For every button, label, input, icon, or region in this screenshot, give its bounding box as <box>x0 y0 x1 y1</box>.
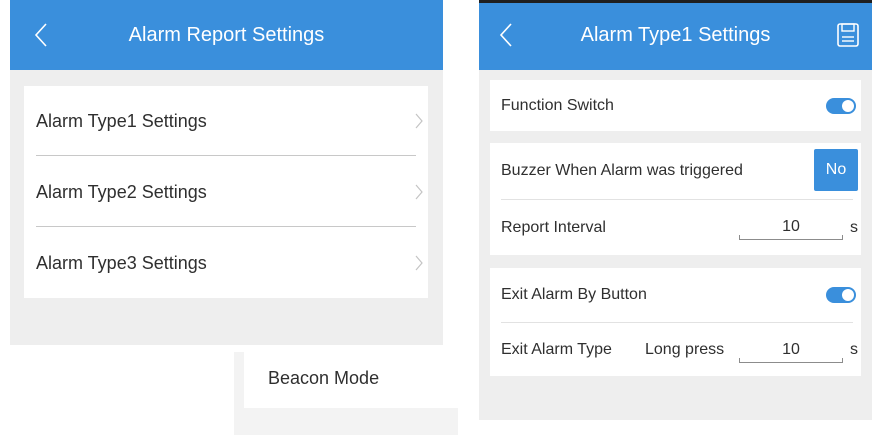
page-title: Alarm Report Settings <box>128 24 325 46</box>
save-icon[interactable] <box>836 22 860 48</box>
divider <box>36 226 416 227</box>
exit-alarm-card: Exit Alarm By Button Exit Alarm Type Lon… <box>490 268 861 376</box>
list-item-label: Alarm Type3 Settings <box>36 253 207 273</box>
list-item-alarm-type1[interactable]: Alarm Type1 Settings <box>24 86 428 156</box>
report-interval-row: Report Interval 10 s <box>490 200 861 255</box>
buzzer-row: Buzzer When Alarm was triggered No <box>490 143 861 199</box>
underline <box>739 362 843 363</box>
list-item-alarm-type2[interactable]: Alarm Type2 Settings <box>24 157 428 227</box>
buzzer-card: Buzzer When Alarm was triggered No Repor… <box>490 143 861 255</box>
list-item-label: Alarm Type1 Settings <box>36 111 207 131</box>
divider <box>36 155 416 156</box>
alarm-type1-settings-screen: Alarm Type1 Settings Function Switch Buz… <box>479 0 872 420</box>
side-strip <box>234 352 244 435</box>
alarm-report-settings-screen: Alarm Report Settings Alarm Type1 Settin… <box>10 0 443 345</box>
exit-alarm-duration-value: 10 <box>782 341 800 358</box>
tick <box>739 235 740 240</box>
tick <box>842 235 843 240</box>
exit-alarm-duration-input[interactable]: 10 <box>739 339 843 363</box>
report-interval-unit: s <box>850 219 858 236</box>
function-switch-label: Function Switch <box>501 97 614 114</box>
exit-alarm-type-row: Exit Alarm Type Long press 10 s <box>490 323 861 376</box>
tick <box>739 358 740 363</box>
buzzer-no-button[interactable]: No <box>814 149 858 191</box>
exit-alarm-by-button-row: Exit Alarm By Button <box>490 268 861 322</box>
buzzer-label: Buzzer When Alarm was triggered <box>501 162 743 179</box>
exit-alarm-by-button-label: Exit Alarm By Button <box>501 286 647 303</box>
tick <box>842 358 843 363</box>
back-arrow-icon[interactable] <box>32 22 52 48</box>
exit-alarm-duration-unit: s <box>850 341 858 358</box>
list-item-label: Alarm Type2 Settings <box>36 182 207 202</box>
page-title: Alarm Type1 Settings <box>580 24 771 46</box>
function-switch-toggle[interactable] <box>826 98 856 114</box>
beacon-mode-row[interactable]: Beacon Mode <box>244 352 458 408</box>
beacon-mode-fragment: Beacon Mode <box>234 352 458 435</box>
report-interval-input[interactable]: 10 <box>739 216 843 240</box>
function-switch-card: Function Switch <box>490 80 861 131</box>
chevron-right-icon <box>415 255 423 271</box>
toggle-knob <box>842 289 854 301</box>
exit-alarm-type-mode[interactable]: Long press <box>645 323 724 376</box>
chevron-right-icon <box>415 113 423 129</box>
exit-alarm-by-button-toggle[interactable] <box>826 287 856 303</box>
settings-list: Alarm Type1 Settings Alarm Type2 Setting… <box>24 86 428 298</box>
function-switch-row: Function Switch <box>490 80 861 131</box>
back-arrow-icon[interactable] <box>497 22 517 48</box>
chevron-right-icon <box>415 184 423 200</box>
report-interval-value: 10 <box>782 218 800 235</box>
underline <box>739 239 843 240</box>
exit-alarm-type-label: Exit Alarm Type <box>501 341 612 358</box>
list-item-alarm-type3[interactable]: Alarm Type3 Settings <box>24 228 428 298</box>
report-interval-label: Report Interval <box>501 219 606 236</box>
toggle-knob <box>842 100 854 112</box>
beacon-mode-label: Beacon Mode <box>268 368 380 388</box>
